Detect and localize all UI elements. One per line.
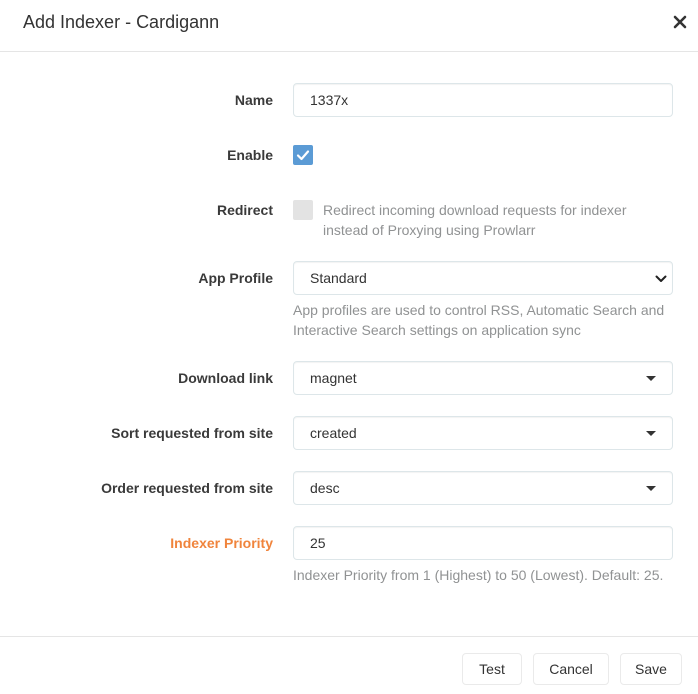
- order-select[interactable]: desc: [293, 471, 673, 505]
- caret-down-icon: [646, 431, 656, 436]
- checkmark-icon: [296, 150, 310, 161]
- name-input[interactable]: 1337x: [293, 83, 673, 117]
- add-indexer-modal: Add Indexer - Cardigann Name 1337x Enabl…: [0, 0, 698, 694]
- modal-title: Add Indexer - Cardigann: [23, 12, 220, 32]
- order-label: Order requested from site: [101, 480, 273, 496]
- redirect-checkbox[interactable]: [293, 200, 313, 220]
- chevron-down-icon: [655, 275, 667, 282]
- app-profile-help: App profiles are used to control RSS, Au…: [293, 302, 665, 338]
- close-button[interactable]: [668, 10, 692, 34]
- caret-down-icon: [646, 376, 656, 381]
- test-button[interactable]: Test: [462, 653, 522, 685]
- save-button[interactable]: Save: [620, 653, 682, 685]
- priority-label: Indexer Priority: [170, 535, 273, 551]
- sort-select[interactable]: created: [293, 416, 673, 450]
- sort-value: created: [310, 425, 357, 441]
- redirect-help: Redirect incoming download requests for …: [323, 202, 627, 238]
- cancel-button[interactable]: Cancel: [533, 653, 609, 685]
- app-profile-label: App Profile: [198, 270, 273, 286]
- order-value: desc: [310, 480, 340, 496]
- modal-footer: Test Cancel Save: [0, 636, 698, 694]
- app-profile-value: Standard: [310, 270, 367, 286]
- enable-checkbox[interactable]: [293, 145, 313, 165]
- sort-label: Sort requested from site: [111, 425, 273, 441]
- app-profile-select[interactable]: Standard: [293, 261, 673, 295]
- priority-input[interactable]: 25: [293, 526, 673, 560]
- download-link-label: Download link: [178, 370, 273, 386]
- download-link-select[interactable]: magnet: [293, 361, 673, 395]
- close-icon: [673, 15, 687, 29]
- name-label: Name: [234, 92, 273, 108]
- redirect-label: Redirect: [216, 202, 273, 218]
- caret-down-icon: [646, 486, 656, 491]
- enable-label: Enable: [227, 147, 273, 163]
- modal-header: Add Indexer - Cardigann: [0, 0, 698, 52]
- priority-help: Indexer Priority from 1 (Highest) to 50 …: [293, 567, 664, 583]
- download-link-value: magnet: [310, 370, 357, 386]
